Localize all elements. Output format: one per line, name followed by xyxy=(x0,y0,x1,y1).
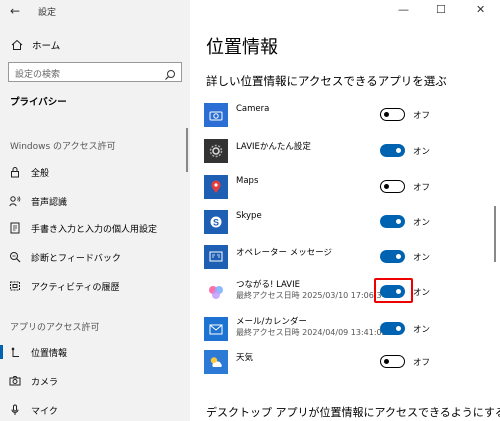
search-input[interactable]: 設定の検索 xyxy=(8,62,182,82)
toggle-state-label: オフ xyxy=(413,111,431,121)
weather-icon xyxy=(204,350,228,374)
app-row-weather: 天気 オフ xyxy=(204,345,474,379)
toggle-state-label: オン xyxy=(413,218,431,228)
app-name: オペレーター メッセージ xyxy=(236,248,333,258)
last-access-time: 最終アクセス日時 2024/04/09 13:41:02 xyxy=(236,328,387,337)
location-icon xyxy=(8,345,22,359)
app-location-toggle[interactable] xyxy=(380,144,405,157)
sidebar-item-label: 位置情報 xyxy=(31,348,68,359)
app-row-mail-calendar: メール/カレンダー 最終アクセス日時 2024/04/09 13:41:02 オ… xyxy=(204,312,474,346)
desktop-apps-heading: デスクトップ アプリが位置情報にアクセスできるようにする xyxy=(206,406,500,419)
app-row-camera: Camera オフ xyxy=(204,98,474,132)
sidebar-item-label: アクティビティの履歴 xyxy=(31,282,120,293)
lavie-settings-icon xyxy=(204,139,228,163)
app-name: 天気 xyxy=(236,353,254,363)
sidebar-item-camera[interactable]: カメラ xyxy=(0,370,190,392)
app-title: 設定 xyxy=(38,8,57,18)
sidebar-item-location[interactable]: 位置情報 xyxy=(0,341,190,363)
sidebar-scrollbar[interactable] xyxy=(186,128,188,172)
toggle-state-label: オン xyxy=(413,325,431,335)
mail-calendar-icon xyxy=(204,317,228,341)
app-location-toggle[interactable] xyxy=(380,180,405,193)
sidebar-item-diagnostics[interactable]: 診断とフィードバック xyxy=(0,246,190,268)
sidebar-item-label: 手書き入力と入力の個人用設定 xyxy=(31,224,158,235)
person-speech-icon xyxy=(8,194,22,208)
home-link[interactable]: ホーム xyxy=(10,36,60,54)
activity-icon xyxy=(8,279,22,293)
app-name: Skype xyxy=(236,211,262,221)
pen-icon xyxy=(8,221,22,235)
app-location-toggle[interactable] xyxy=(380,108,405,121)
main-scrollbar[interactable] xyxy=(494,206,496,262)
home-icon xyxy=(10,38,24,52)
operator-message-icon xyxy=(204,245,228,269)
windows-permissions-header: Windows のアクセス許可 xyxy=(10,142,116,152)
home-label: ホーム xyxy=(32,41,61,52)
app-name: LAVIEかんたん設定 xyxy=(236,142,311,152)
section-subheading: 詳しい位置情報にアクセスできるアプリを選ぶ xyxy=(206,74,447,88)
last-access-time: 最終アクセス日時 2025/03/10 17:06:34 xyxy=(236,291,387,300)
toggle-state-label: オフ xyxy=(413,183,431,193)
close-icon[interactable]: ✕ xyxy=(476,3,485,16)
current-section-heading: プライバシー xyxy=(10,97,67,108)
app-permissions-header: アプリのアクセス許可 xyxy=(10,323,100,333)
svg-text:S: S xyxy=(213,218,219,228)
sidebar-item-activity-history[interactable]: アクティビティの履歴 xyxy=(0,275,190,297)
app-name: つながる! LAVIE xyxy=(236,280,301,290)
highlight-box xyxy=(374,278,413,303)
camera-app-icon xyxy=(204,103,228,127)
toggle-state-label: オフ xyxy=(413,358,431,368)
sidebar-item-speech[interactable]: 音声認識 xyxy=(0,190,190,212)
feedback-icon xyxy=(8,250,22,264)
app-name: メール/カレンダー xyxy=(236,317,307,327)
app-row-operator-message: オペレーター メッセージ オン xyxy=(204,240,474,274)
skype-icon: S xyxy=(204,210,228,234)
sidebar-item-microphone[interactable]: マイク xyxy=(0,399,190,421)
app-row-tsunagaru-lavie: つながる! LAVIE 最終アクセス日時 2025/03/10 17:06:34… xyxy=(204,275,474,309)
camera-icon xyxy=(8,374,22,388)
sidebar-item-label: 診断とフィードバック xyxy=(31,253,121,264)
sidebar-item-inking[interactable]: 手書き入力と入力の個人用設定 xyxy=(0,217,190,239)
lock-icon xyxy=(8,165,22,179)
app-row-lavie-settings: LAVIEかんたん設定 オン xyxy=(204,134,474,168)
maps-icon xyxy=(204,175,228,199)
tsunagaru-lavie-icon xyxy=(204,280,228,304)
app-location-toggle[interactable] xyxy=(380,215,405,228)
toggle-state-label: オン xyxy=(413,147,431,157)
app-row-maps: Maps オフ xyxy=(204,170,474,204)
toggle-state-label: オン xyxy=(413,288,431,298)
title-bar: ← 設定 xyxy=(0,0,190,22)
page-title: 位置情報 xyxy=(206,37,278,58)
app-row-skype: S Skype オン xyxy=(204,205,474,239)
sidebar: ← 設定 ホーム 設定の検索 プライバシー Windows のアクセス許可 全般… xyxy=(0,0,190,421)
search-icon[interactable] xyxy=(164,66,176,80)
toggle-state-label: オン xyxy=(413,253,431,263)
maximize-icon[interactable]: ☐ xyxy=(436,3,446,16)
app-location-toggle[interactable] xyxy=(380,355,405,368)
minimize-icon[interactable]: — xyxy=(398,3,409,16)
app-name: Camera xyxy=(236,104,270,114)
app-location-toggle[interactable] xyxy=(380,322,405,335)
sidebar-item-label: 全般 xyxy=(31,168,50,179)
search-placeholder: 設定の検索 xyxy=(15,70,61,80)
app-name: Maps xyxy=(236,176,259,186)
app-location-toggle[interactable] xyxy=(380,250,405,263)
sidebar-item-label: カメラ xyxy=(31,377,59,388)
sidebar-item-label: マイク xyxy=(31,406,58,417)
back-arrow-icon[interactable]: ← xyxy=(10,4,20,18)
sidebar-item-label: 音声認識 xyxy=(31,197,68,208)
sidebar-item-general[interactable]: 全般 xyxy=(0,161,190,183)
microphone-icon xyxy=(8,403,22,417)
main-content: — ☐ ✕ 位置情報 詳しい位置情報にアクセスできるアプリを選ぶ Camera … xyxy=(190,0,500,421)
